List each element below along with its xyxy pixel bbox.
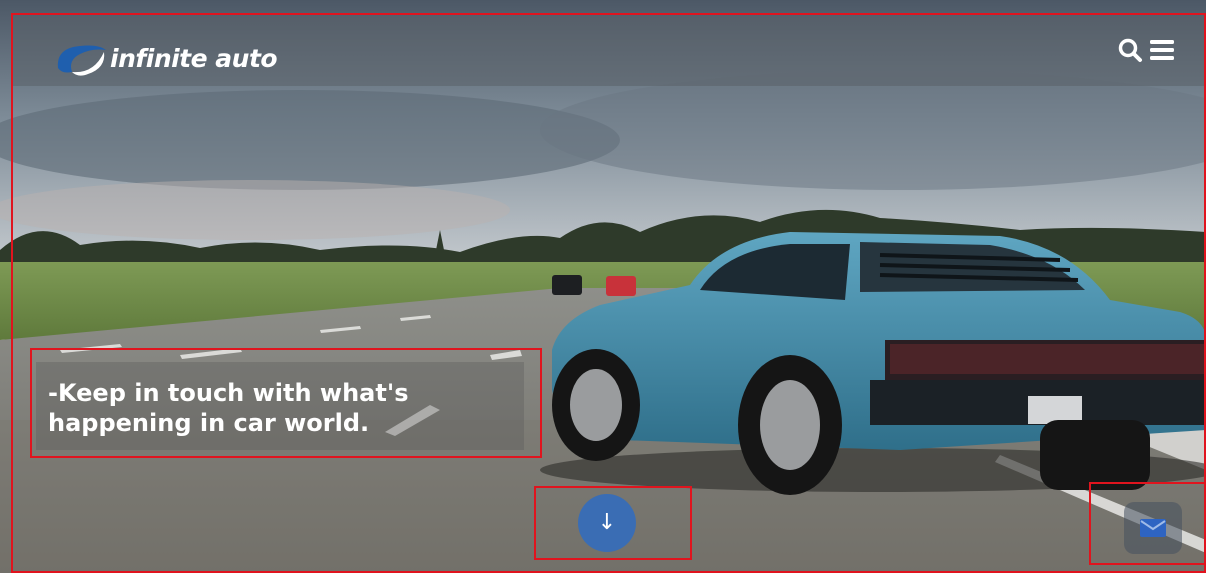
search-button[interactable]: [1116, 36, 1144, 64]
search-icon: [1118, 38, 1142, 62]
tagline-text: -Keep in touch with what's happening in …: [48, 379, 409, 437]
scroll-down-button[interactable]: ↓: [578, 494, 636, 552]
contact-button[interactable]: [1124, 502, 1182, 554]
hero-tagline: -Keep in touch with what's happening in …: [30, 348, 540, 456]
menu-button[interactable]: [1148, 36, 1176, 64]
envelope-icon: [1140, 519, 1166, 537]
site-logo[interactable]: infinite auto: [54, 36, 278, 80]
brand-name: infinite auto: [110, 43, 278, 73]
hamburger-menu-icon: [1150, 40, 1174, 60]
hero-banner: infinite auto -Keep in touch with what's…: [0, 0, 1206, 573]
arrow-down-icon: ↓: [597, 510, 617, 535]
swirl-logo-icon: [57, 45, 106, 76]
